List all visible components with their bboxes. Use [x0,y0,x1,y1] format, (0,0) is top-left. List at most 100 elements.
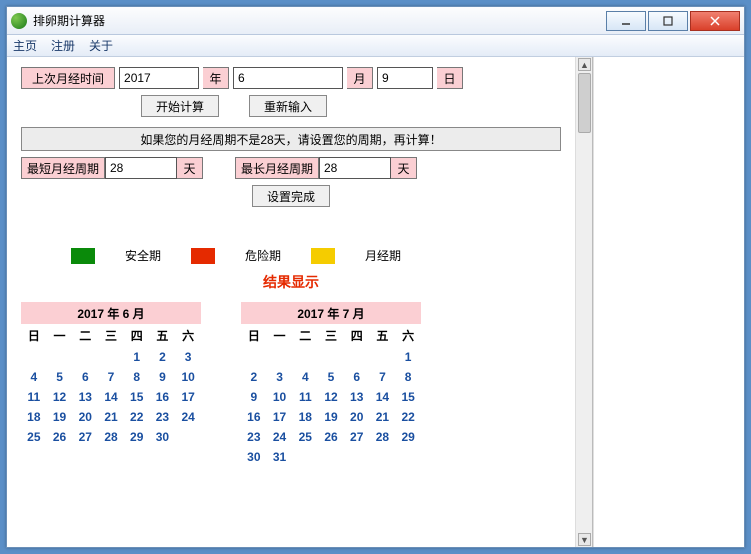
day-cell[interactable]: 27 [72,427,98,447]
day-unit: 日 [437,67,463,89]
day-cell[interactable]: 20 [344,407,370,427]
legend-menses: 月经期 [365,247,401,264]
scroll-up-icon[interactable]: ▲ [578,58,591,71]
day-cell[interactable]: 6 [344,367,370,387]
day-cell[interactable]: 7 [370,367,396,387]
day-cell[interactable]: 1 [124,347,150,367]
day-cell[interactable]: 5 [47,367,73,387]
day-cell[interactable]: 15 [124,387,150,407]
calendar-grid: 日一二三四五六123456789101112131415161718192021… [21,324,201,447]
empty-cell [344,347,370,367]
day-cell[interactable]: 15 [395,387,421,407]
day-cell[interactable]: 12 [47,387,73,407]
day-cell[interactable]: 20 [72,407,98,427]
maximize-button[interactable] [648,11,688,31]
menu-register[interactable]: 注册 [51,37,75,54]
day-cell[interactable]: 9 [241,387,267,407]
day-cell[interactable]: 30 [241,447,267,467]
day-cell[interactable]: 24 [267,427,293,447]
day-cell[interactable]: 2 [150,347,176,367]
day-cell[interactable]: 19 [318,407,344,427]
day-cell[interactable]: 13 [72,387,98,407]
day-cell[interactable]: 11 [21,387,47,407]
day-cell[interactable]: 25 [292,427,318,447]
day-cell[interactable]: 14 [370,387,396,407]
reset-button[interactable]: 重新输入 [249,95,327,117]
result-title: 结果显示 [21,272,561,292]
calendar-title: 2017 年 7 月 [241,302,421,324]
content-pane: 上次月经时间 2017 年 6 月 9 日 开始计算 重新输入 如果您的月经周期… [7,57,575,547]
day-cell[interactable]: 11 [292,387,318,407]
day-cell[interactable]: 5 [318,367,344,387]
action-buttons: 开始计算 重新输入 [141,95,561,117]
day-cell[interactable]: 16 [241,407,267,427]
min-cycle-input[interactable]: 28 [105,157,177,179]
day-cell[interactable]: 21 [370,407,396,427]
day-cell[interactable]: 24 [175,407,201,427]
weekday-header: 二 [72,324,98,347]
day-cell[interactable]: 18 [21,407,47,427]
max-cycle-input[interactable]: 28 [319,157,391,179]
day-cell[interactable]: 2 [241,367,267,387]
day-cell[interactable]: 21 [98,407,124,427]
day-cell[interactable]: 9 [150,367,176,387]
min-cycle-field: 最短月经周期 28 天 [21,157,203,179]
day-cell[interactable]: 16 [150,387,176,407]
day-cell[interactable]: 6 [72,367,98,387]
set-done-button[interactable]: 设置完成 [252,185,330,207]
day-cell[interactable]: 29 [124,427,150,447]
day-cell[interactable]: 10 [267,387,293,407]
day-cell[interactable]: 28 [370,427,396,447]
year-input[interactable]: 2017 [119,67,199,89]
day-cell[interactable]: 3 [175,347,201,367]
client-area: 上次月经时间 2017 年 6 月 9 日 开始计算 重新输入 如果您的月经周期… [7,57,744,547]
day-cell[interactable]: 10 [175,367,201,387]
weekday-header: 六 [395,324,421,347]
day-cell[interactable]: 28 [98,427,124,447]
menu-home[interactable]: 主页 [13,37,37,54]
window-title: 排卵期计算器 [33,12,606,29]
calculate-button[interactable]: 开始计算 [141,95,219,117]
day-cell[interactable]: 26 [318,427,344,447]
day-input[interactable]: 9 [377,67,433,89]
day-cell[interactable]: 19 [47,407,73,427]
empty-cell [370,347,396,367]
scroll-down-icon[interactable]: ▼ [578,533,591,546]
empty-cell [47,347,73,367]
day-cell[interactable]: 7 [98,367,124,387]
vertical-scrollbar[interactable]: ▲ ▼ [575,57,592,547]
minimize-button[interactable] [606,11,646,31]
month-input[interactable]: 6 [233,67,343,89]
menu-about[interactable]: 关于 [89,37,113,54]
day-cell[interactable]: 22 [395,407,421,427]
day-cell[interactable]: 8 [395,367,421,387]
day-cell[interactable]: 22 [124,407,150,427]
menu-bar: 主页 注册 关于 [7,35,744,57]
weekday-header: 六 [175,324,201,347]
day-cell[interactable]: 17 [175,387,201,407]
day-cell[interactable]: 18 [292,407,318,427]
day-cell[interactable]: 23 [150,407,176,427]
day-cell[interactable]: 13 [344,387,370,407]
day-cell[interactable]: 4 [21,367,47,387]
day-cell[interactable]: 1 [395,347,421,367]
day-cell[interactable]: 4 [292,367,318,387]
close-button[interactable] [690,11,740,31]
day-cell[interactable]: 27 [344,427,370,447]
day-cell[interactable]: 8 [124,367,150,387]
empty-cell [72,347,98,367]
day-cell[interactable]: 30 [150,427,176,447]
day-cell[interactable]: 26 [47,427,73,447]
day-cell[interactable]: 14 [98,387,124,407]
day-cell[interactable]: 31 [267,447,293,467]
day-cell[interactable]: 23 [241,427,267,447]
weekday-header: 五 [370,324,396,347]
app-icon [11,13,27,29]
day-cell[interactable]: 17 [267,407,293,427]
day-cell[interactable]: 3 [267,367,293,387]
scroll-thumb[interactable] [578,73,591,133]
day-cell[interactable]: 12 [318,387,344,407]
day-cell[interactable]: 25 [21,427,47,447]
day-cell[interactable]: 29 [395,427,421,447]
max-cycle-unit: 天 [391,157,417,179]
